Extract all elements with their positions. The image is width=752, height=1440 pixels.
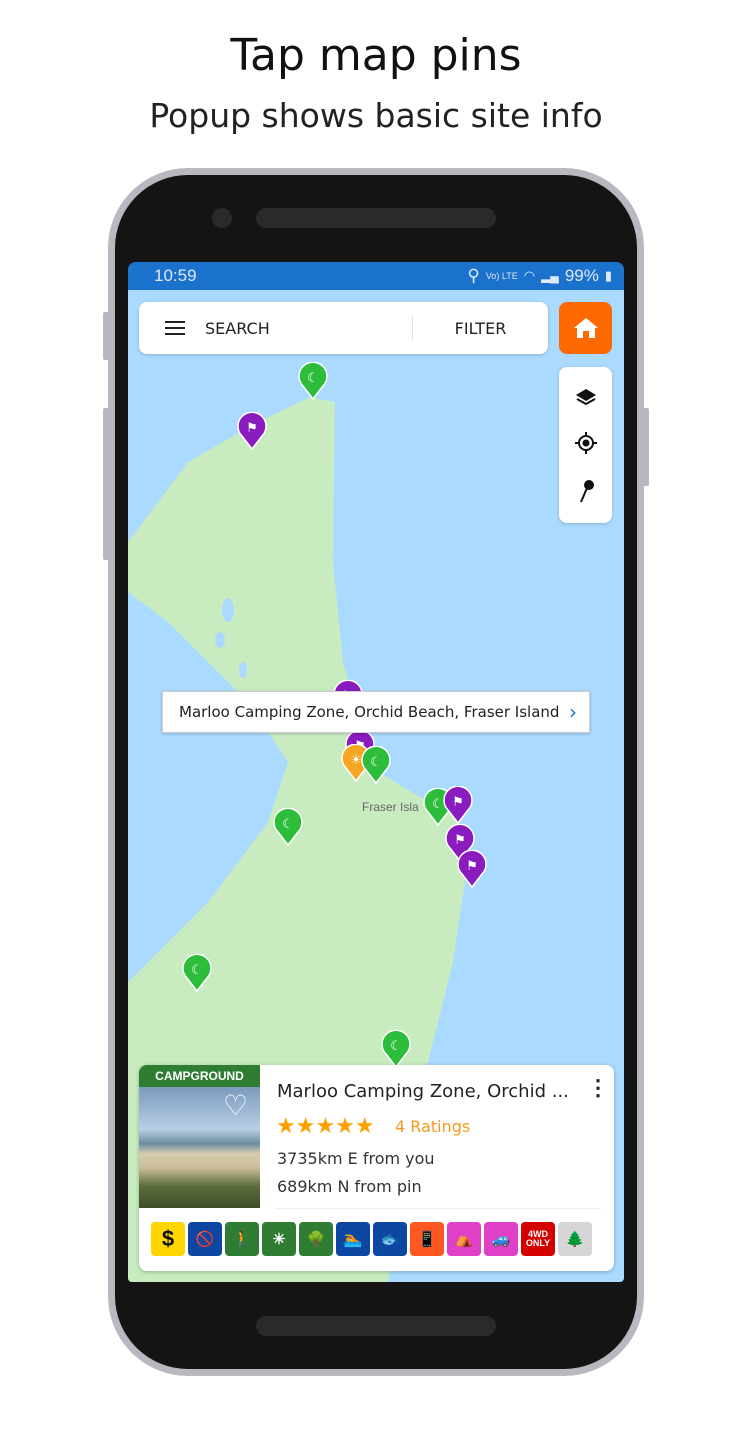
menu-icon[interactable] xyxy=(165,317,185,339)
no-dogs-icon[interactable]: 🚫 xyxy=(188,1222,222,1256)
svg-text:⚑: ⚑ xyxy=(454,832,466,847)
drop-pin-icon[interactable] xyxy=(575,479,597,503)
location-icon: ⚲ xyxy=(467,266,480,285)
svg-text:☾: ☾ xyxy=(370,754,382,769)
wifi-icon: ◠ xyxy=(523,268,536,283)
battery-percent: 99% xyxy=(564,266,599,285)
headline: Tap map pins xyxy=(230,30,522,81)
search-bar[interactable]: SEARCH FILTER xyxy=(139,302,548,354)
status-bar: 10:59 ⚲ Vo) LTE ◠ ▂▄ 99% ▮ xyxy=(128,262,624,290)
swimming-icon[interactable]: 🏊 xyxy=(336,1222,370,1256)
filter-button[interactable]: FILTER xyxy=(413,319,548,338)
phone-coverage-icon[interactable]: 📱 xyxy=(410,1222,444,1256)
svg-text:☾: ☾ xyxy=(282,816,294,831)
divider xyxy=(275,1208,601,1209)
tooltip-text: Marloo Camping Zone, Orchid Beach, Frase… xyxy=(179,703,560,721)
site-title[interactable]: Marloo Camping Zone, Orchid ... xyxy=(277,1081,577,1102)
home-indicator xyxy=(256,1316,496,1336)
svg-text:☾: ☾ xyxy=(307,370,319,385)
battery-charging-icon: ▮ xyxy=(604,268,612,283)
svg-text:⚑: ⚑ xyxy=(246,420,258,435)
svg-text:⚑: ⚑ xyxy=(466,858,478,873)
point-of-interest-pin-icon[interactable]: ⚑ xyxy=(457,849,487,889)
4wd-only-icon[interactable]: 4WD ONLY xyxy=(521,1222,555,1256)
pin-tooltip[interactable]: Marloo Camping Zone, Orchid Beach, Frase… xyxy=(162,691,590,733)
national-park-icon[interactable]: 🌲 xyxy=(558,1222,592,1256)
side-button xyxy=(103,408,109,560)
campground-pin-icon[interactable]: ☾ xyxy=(361,745,391,785)
tent-camping-icon[interactable]: ⛺ xyxy=(447,1222,481,1256)
lte-icon: Vo) LTE xyxy=(485,271,518,281)
svg-text:⚑: ⚑ xyxy=(452,794,464,809)
trailer-icon[interactable]: 🚙 xyxy=(484,1222,518,1256)
walking-trail-icon[interactable]: 🚶 xyxy=(225,1222,259,1256)
svg-text:☾: ☾ xyxy=(191,962,203,977)
point-of-interest-pin-icon[interactable]: ⚑ xyxy=(237,411,267,451)
scenic-view-icon[interactable]: ☀ xyxy=(262,1222,296,1256)
fee-icon[interactable]: $ xyxy=(151,1222,185,1256)
distance-from-you: 3735km E from you xyxy=(277,1149,435,1168)
distance-from-pin: 689km N from pin xyxy=(277,1177,422,1196)
home-button[interactable] xyxy=(559,302,612,354)
status-time: 10:59 xyxy=(154,266,197,285)
my-location-icon[interactable] xyxy=(574,431,597,454)
star-rating: ★★★★★ xyxy=(276,1113,375,1138)
subheadline: Popup shows basic site info xyxy=(149,96,603,135)
layers-icon[interactable] xyxy=(575,387,597,407)
campground-pin-icon[interactable]: ☾ xyxy=(381,1029,411,1069)
volume-button xyxy=(103,312,109,360)
power-button xyxy=(643,408,649,486)
campground-pin-icon[interactable]: ☾ xyxy=(182,953,212,993)
chevron-right-icon[interactable]: › xyxy=(569,700,577,724)
favorite-heart-icon[interactable]: ♡ xyxy=(223,1092,248,1120)
search-button[interactable]: SEARCH xyxy=(205,319,412,338)
campground-pin-icon[interactable]: ☾ xyxy=(298,361,328,401)
fishing-icon[interactable]: 🐟 xyxy=(373,1222,407,1256)
camera xyxy=(212,208,232,228)
ratings-count[interactable]: 4 Ratings xyxy=(395,1117,470,1136)
category-badge: CAMPGROUND xyxy=(139,1065,260,1087)
signal-icon: ▂▄ xyxy=(541,269,559,283)
screen: 10:59 ⚲ Vo) LTE ◠ ▂▄ 99% ▮ SEARCH FILTER… xyxy=(128,262,624,1282)
more-options-icon[interactable]: ⋮ xyxy=(587,1077,609,1099)
campground-pin-icon[interactable]: ☾ xyxy=(273,807,303,847)
home-icon xyxy=(573,318,598,338)
svg-text:☾: ☾ xyxy=(390,1038,402,1053)
shade-icon[interactable]: 🌳 xyxy=(299,1222,333,1256)
point-of-interest-pin-icon[interactable]: ⚑ xyxy=(443,785,473,825)
site-card[interactable]: CAMPGROUND ♡ Marloo Camping Zone, Orchid… xyxy=(139,1065,614,1271)
map-place-label: Fraser Isla xyxy=(362,800,419,814)
speaker xyxy=(256,208,496,228)
map-tools xyxy=(559,367,612,523)
amenity-icons: $ 🚫 🚶 ☀ 🌳 🏊 🐟 📱 ⛺ 🚙 4WD ONLY 🌲 xyxy=(151,1222,592,1256)
